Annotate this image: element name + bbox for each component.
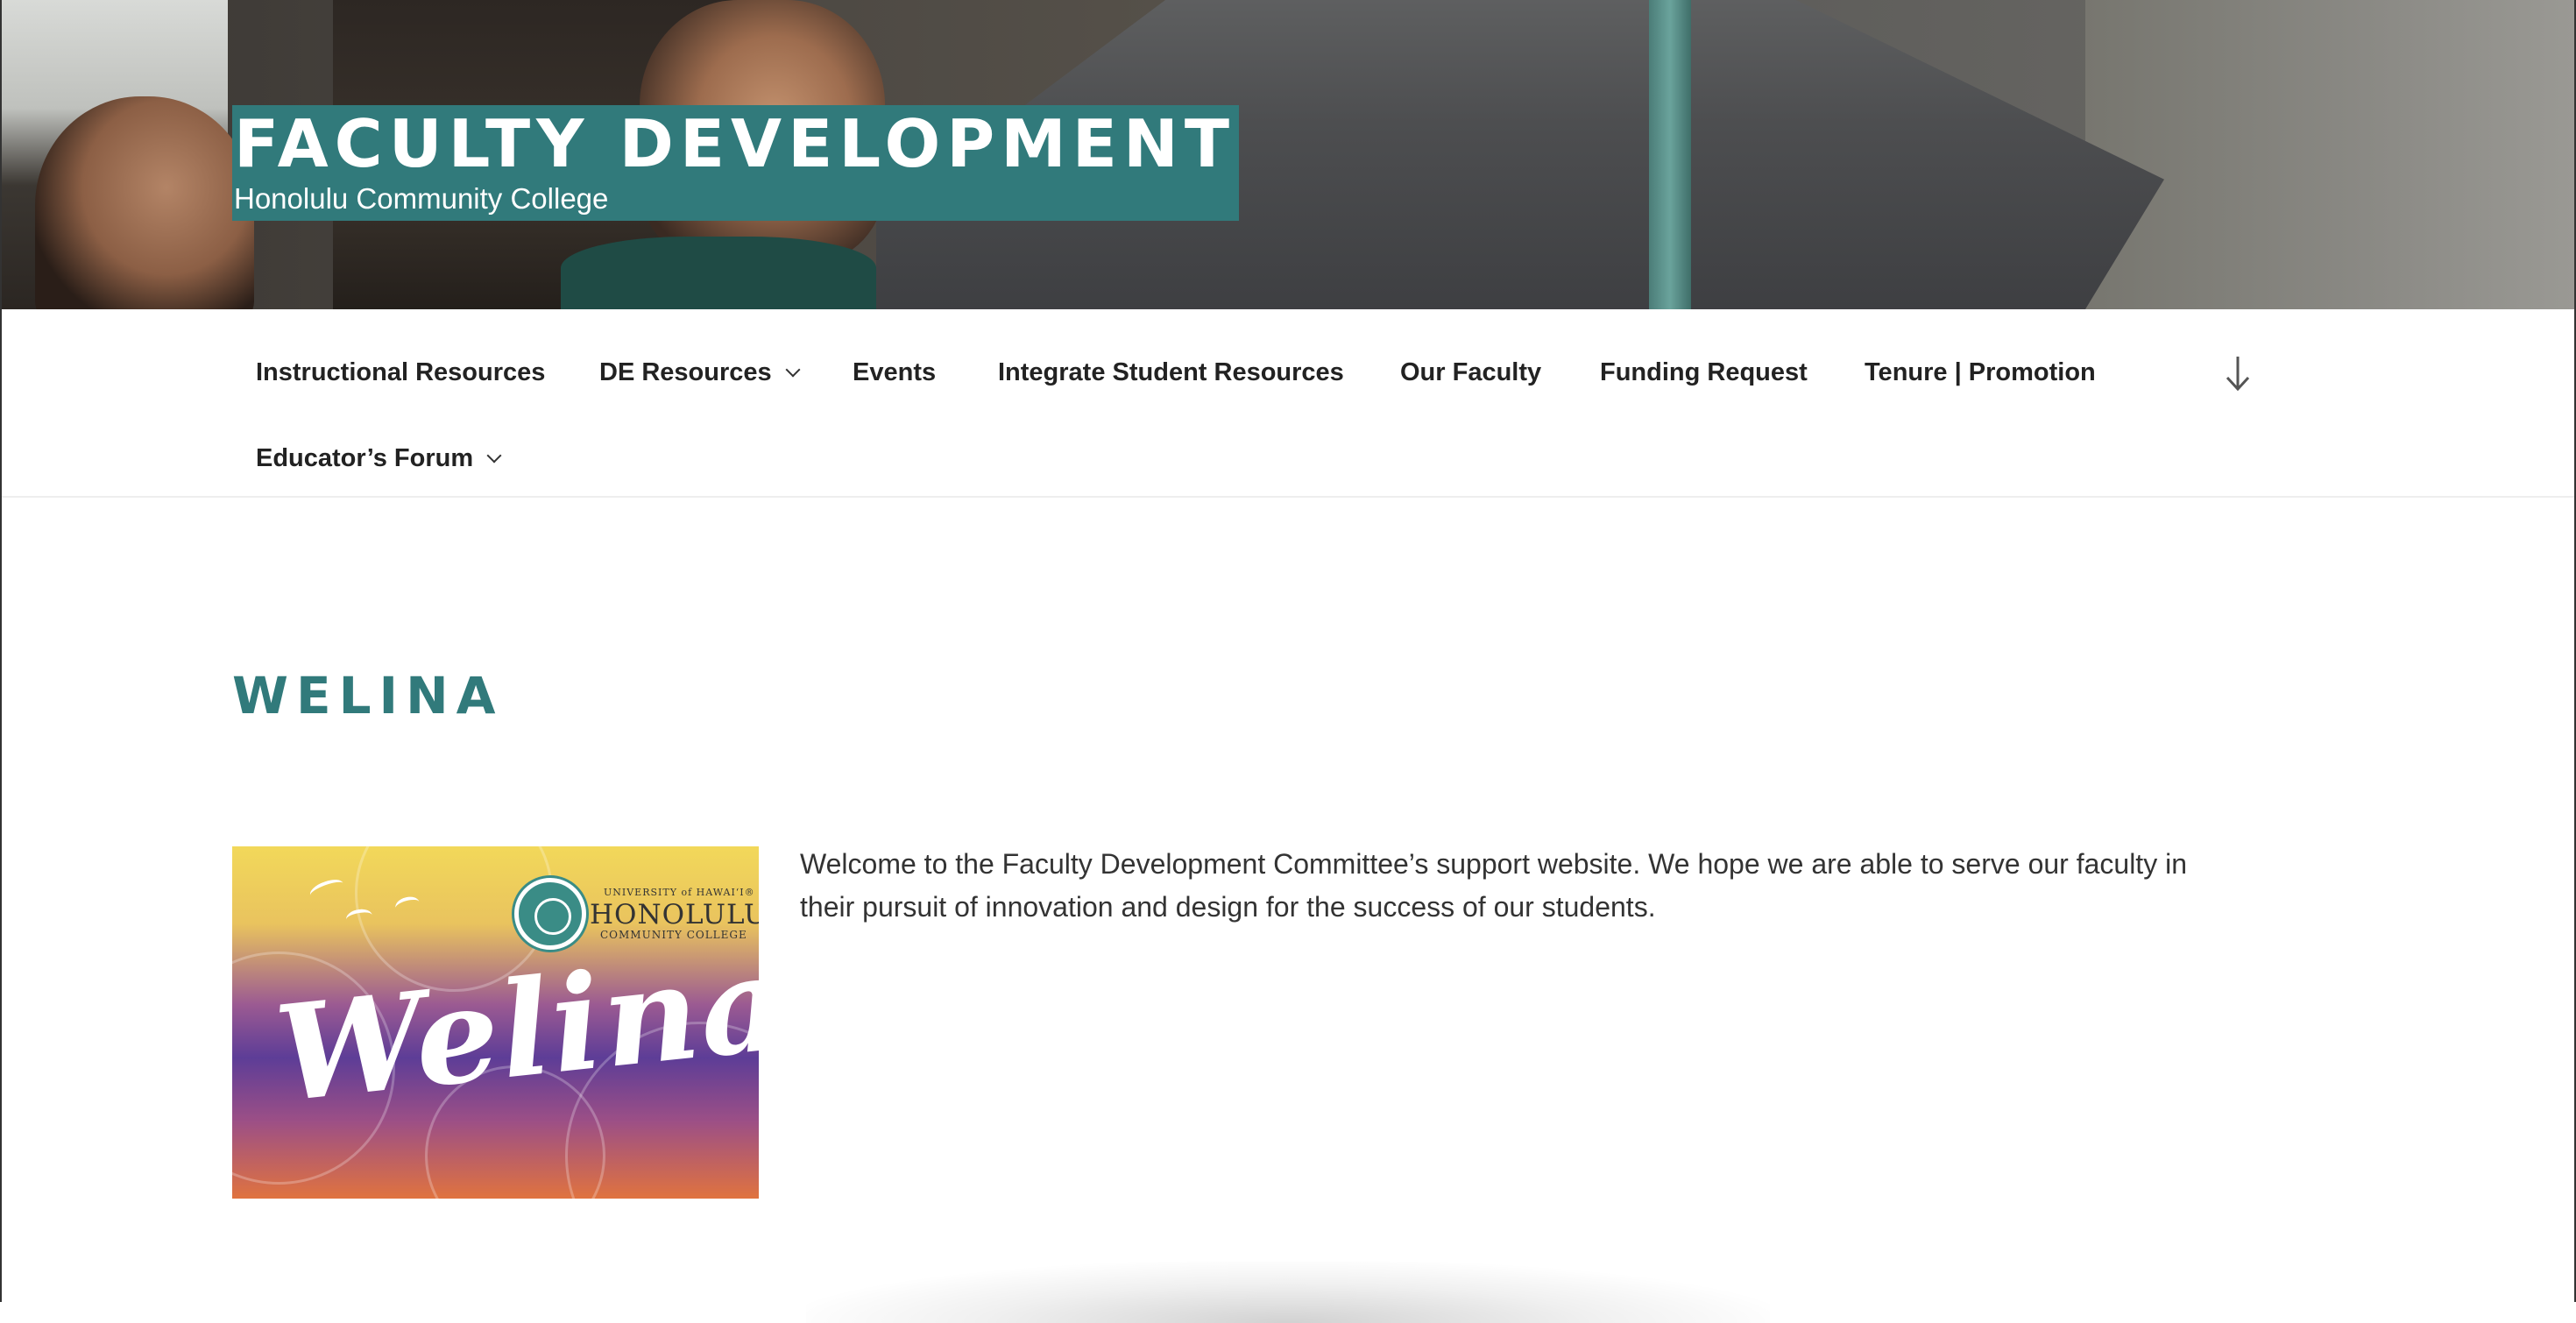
page-title: WELINA <box>232 666 504 725</box>
main-navigation: Instructional Resources DE Resources Eve… <box>0 309 2576 498</box>
nav-item-label: DE Resources <box>599 358 772 386</box>
chevron-down-icon <box>486 448 502 463</box>
header-photo-person <box>35 96 254 309</box>
header-photo-building <box>2085 0 2576 309</box>
site-title[interactable]: FACULTY DEVELOPMENT <box>234 107 1235 180</box>
nav-item-label: Instructional Resources <box>256 358 546 386</box>
header-banner: FACULTY DEVELOPMENT Honolulu Community C… <box>0 0 2576 309</box>
nav-item-educators-forum[interactable]: Educator’s Forum <box>256 441 502 476</box>
scroll-down-button[interactable] <box>2220 351 2255 395</box>
nav-item-our-faculty[interactable]: Our Faculty <box>1400 355 1541 390</box>
welcome-text: Welcome to the Faculty Development Commi… <box>800 848 2187 923</box>
nav-item-funding-request[interactable]: Funding Request <box>1600 355 1808 390</box>
nav-item-instructional-resources[interactable]: Instructional Resources <box>256 355 545 390</box>
nav-item-label: Tenure | Promotion <box>1865 358 2096 386</box>
bottom-shadow <box>806 1262 1770 1323</box>
arrow-down-icon <box>2226 357 2250 392</box>
uh-seal-logo <box>514 878 586 950</box>
site-branding[interactable]: FACULTY DEVELOPMENT Honolulu Community C… <box>232 105 1239 221</box>
nav-item-label: Our Faculty <box>1400 358 1542 386</box>
chevron-down-icon <box>785 362 801 378</box>
college-name: HONOLULU <box>590 899 759 930</box>
site-description: Honolulu Community College <box>234 182 609 215</box>
nav-item-label: Educator’s Forum <box>256 444 474 472</box>
nav-item-de-resources[interactable]: DE Resources <box>599 355 801 390</box>
header-photo-shirt <box>561 237 876 309</box>
header-photo-pole <box>1649 0 1691 309</box>
uh-label: UNIVERSITY of HAWAI‘I® <box>604 887 755 898</box>
nav-item-events[interactable]: Events <box>853 355 936 390</box>
nav-item-integrate-student-resources[interactable]: Integrate Student Resources <box>998 355 1344 390</box>
nav-item-label: Integrate Student Resources <box>998 358 1344 386</box>
nav-item-label: Funding Request <box>1600 358 1808 386</box>
welina-image: UNIVERSITY of HAWAI‘I® HONOLULU COMMUNIT… <box>232 846 759 1199</box>
nav-item-label: Events <box>853 358 937 386</box>
window-edge-left <box>0 0 2 1302</box>
nav-item-tenure-promotion[interactable]: Tenure | Promotion <box>1865 355 2096 390</box>
